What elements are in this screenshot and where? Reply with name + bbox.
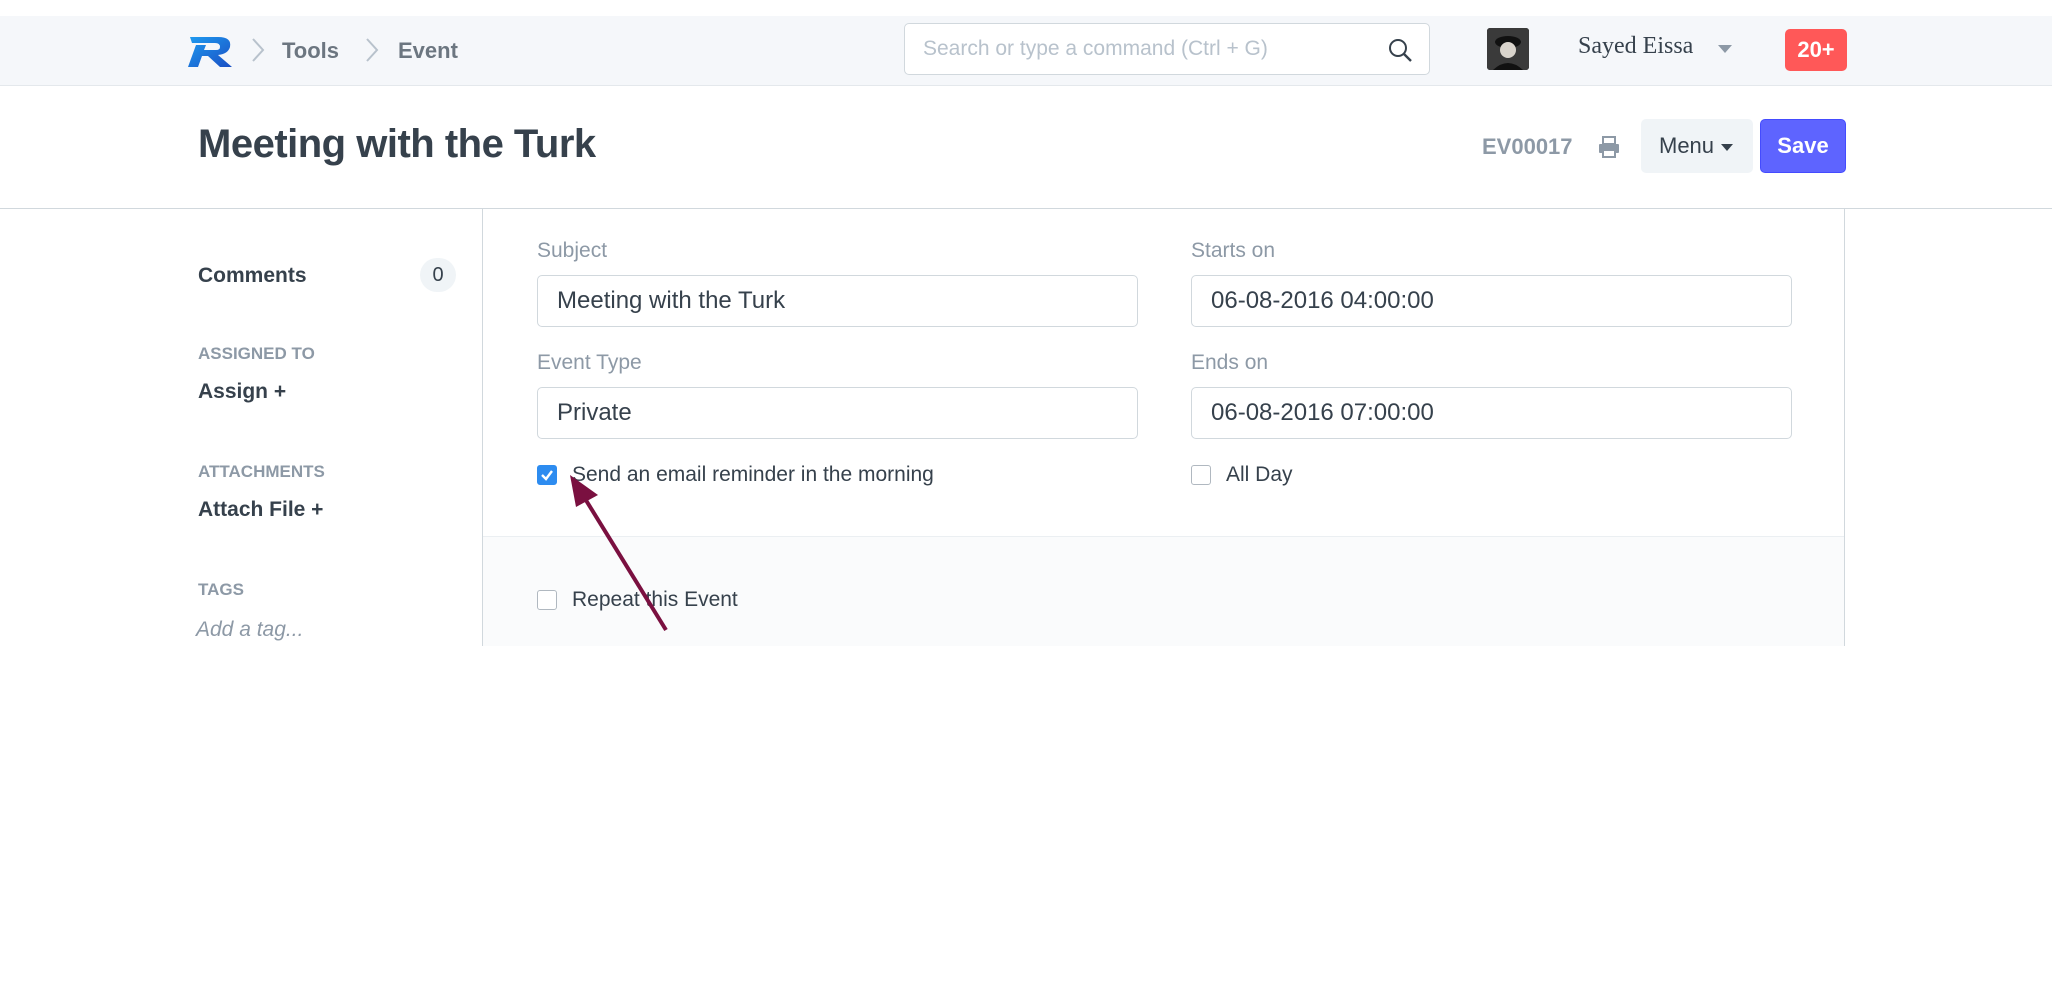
checkmark-icon	[541, 470, 553, 481]
annotation-arrow-icon	[570, 475, 668, 632]
search-input[interactable]: Search or type a command (Ctrl + G)	[904, 23, 1430, 75]
tags-label: TAGS	[198, 580, 244, 599]
comments-link[interactable]: Comments	[198, 264, 307, 288]
breadcrumb-event[interactable]: Event	[398, 37, 458, 65]
menu-button[interactable]: Menu	[1641, 119, 1753, 173]
repeat-event-checkbox[interactable]	[537, 590, 557, 610]
event-form: Subject Meeting with the Turk Starts on …	[482, 209, 1845, 646]
page-title: Meeting with the Turk	[198, 122, 596, 166]
comments-count-badge: 0	[420, 258, 456, 292]
assign-button[interactable]: Assign +	[198, 380, 286, 404]
starts-on-field[interactable]: 06-08-2016 04:00:00	[1191, 275, 1792, 327]
search-placeholder: Search or type a command (Ctrl + G)	[923, 37, 1268, 60]
ends-on-field[interactable]: 06-08-2016 07:00:00	[1191, 387, 1792, 439]
starts-on-label: Starts on	[1191, 239, 1276, 262]
user-menu[interactable]: Sayed Eissa	[1578, 33, 1693, 60]
all-day-label[interactable]: All Day	[1226, 463, 1293, 487]
page-head: Meeting with the Turk EV00017 Menu Save	[0, 86, 2052, 209]
menu-label: Menu	[1659, 133, 1715, 158]
email-reminder-checkbox[interactable]	[537, 465, 557, 485]
subject-field[interactable]: Meeting with the Turk	[537, 275, 1138, 327]
notification-badge[interactable]: 20+	[1785, 29, 1847, 71]
subject-label: Subject	[537, 239, 608, 262]
ends-on-label: Ends on	[1191, 351, 1269, 374]
save-button[interactable]: Save	[1760, 119, 1846, 173]
avatar[interactable]	[1487, 28, 1529, 70]
attach-file-button[interactable]: Attach File +	[198, 498, 323, 522]
app-logo-icon[interactable]	[188, 33, 236, 69]
navbar: Tools Event Search or type a command (Ct…	[0, 16, 2052, 86]
caret-down-icon	[1721, 144, 1733, 151]
chevron-right-icon	[366, 38, 379, 62]
assigned-to-label: ASSIGNED TO	[198, 344, 315, 363]
repeat-section: Repeat this Event	[483, 536, 1844, 646]
breadcrumb-tools[interactable]: Tools	[282, 37, 339, 65]
add-tag-input[interactable]: Add a tag...	[196, 618, 303, 642]
user-avatar-icon	[1487, 28, 1529, 70]
all-day-checkbox[interactable]	[1191, 465, 1211, 485]
event-type-select[interactable]: Private	[537, 387, 1138, 439]
search-icon[interactable]	[1387, 37, 1413, 63]
attachments-label: ATTACHMENTS	[198, 462, 325, 481]
document-id: EV00017	[1482, 134, 1573, 159]
print-icon[interactable]	[1596, 134, 1622, 160]
chevron-right-icon	[252, 38, 265, 62]
caret-down-icon[interactable]	[1718, 45, 1732, 53]
event-type-label: Event Type	[537, 351, 642, 374]
